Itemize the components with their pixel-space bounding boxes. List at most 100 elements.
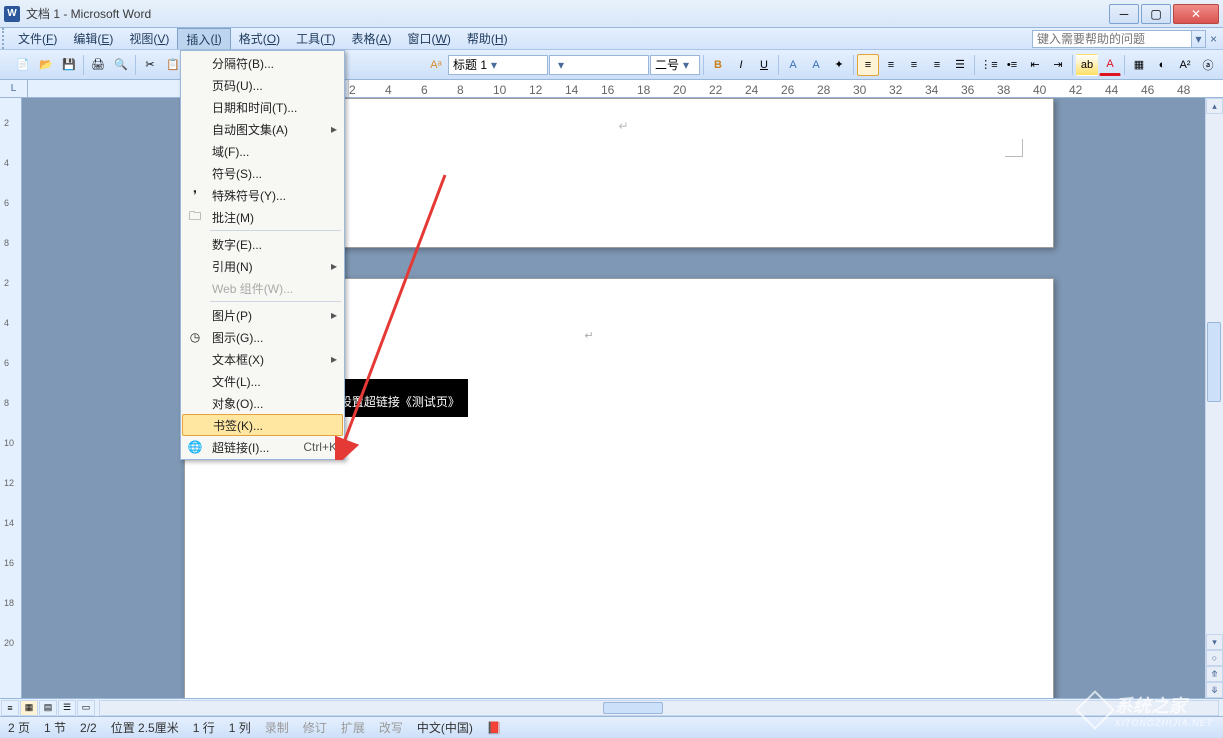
menu-item[interactable]: Web 组件(W)... xyxy=(182,277,343,299)
menu-table[interactable]: 表格(A) xyxy=(344,28,400,49)
horizontal-scrollbar[interactable] xyxy=(99,700,1219,716)
font-color-button[interactable]: A xyxy=(1099,54,1121,76)
menu-edit[interactable]: 编辑(E) xyxy=(65,28,121,49)
menu-item[interactable]: 图片(P)▸ xyxy=(182,304,343,326)
browse-object-button[interactable]: ○ xyxy=(1206,650,1223,666)
style-selector[interactable]: 标题 1▾ xyxy=(448,55,548,75)
menu-item[interactable]: ❜特殊符号(Y)... xyxy=(182,184,343,206)
superscript-button[interactable]: A² xyxy=(1174,54,1196,76)
bullets-button[interactable]: •≡ xyxy=(1001,54,1023,76)
numbering-button[interactable]: ⋮≡ xyxy=(978,54,1000,76)
status-column[interactable]: 1 列 xyxy=(229,719,251,736)
scroll-down-button[interactable]: ▾ xyxy=(1206,634,1223,650)
char-shading-button[interactable]: ◐ xyxy=(1151,54,1173,76)
phonetic-button[interactable]: ⓐ xyxy=(1197,54,1219,76)
vertical-ruler[interactable]: 24682468101214161820 xyxy=(0,98,22,698)
menu-item[interactable]: 页码(U)... xyxy=(182,74,343,96)
char-border-button[interactable]: ▦ xyxy=(1128,54,1150,76)
decrease-indent-button[interactable]: ⇤ xyxy=(1024,54,1046,76)
print-button[interactable]: 🖨 xyxy=(87,54,109,76)
minimize-button[interactable]: ─ xyxy=(1109,4,1139,24)
menu-item[interactable]: 引用(N)▸ xyxy=(182,255,343,277)
status-spellcheck-icon[interactable]: 📕 xyxy=(487,721,502,735)
status-pages[interactable]: 2/2 xyxy=(80,721,97,735)
font-color-grow[interactable]: A xyxy=(782,54,804,76)
distribute-button[interactable]: ☰ xyxy=(949,54,971,76)
menu-item[interactable]: 域(F)... xyxy=(182,140,343,162)
menu-item[interactable]: 自动图文集(A)▸ xyxy=(182,118,343,140)
menu-item[interactable]: 符号(S)... xyxy=(182,162,343,184)
size-selector[interactable]: 二号▾ xyxy=(650,55,700,75)
scroll-thumb[interactable] xyxy=(1207,322,1221,402)
menu-item[interactable]: 数字(E)... xyxy=(182,233,343,255)
print-view-button[interactable]: ▤ xyxy=(39,700,57,716)
status-section[interactable]: 1 节 xyxy=(44,719,66,736)
maximize-button[interactable]: ▢ xyxy=(1141,4,1171,24)
status-revision[interactable]: 修订 xyxy=(303,719,327,736)
status-position[interactable]: 位置 2.5厘米 xyxy=(111,719,179,736)
menu-help[interactable]: 帮助(H) xyxy=(459,28,516,49)
align-justify-button[interactable]: ≡ xyxy=(926,54,948,76)
status-page[interactable]: 2 页 xyxy=(8,719,30,736)
menubar-close[interactable]: × xyxy=(1206,28,1221,49)
underline-button[interactable]: U xyxy=(753,54,775,76)
save-button[interactable]: 💾 xyxy=(58,54,80,76)
web-view-button[interactable]: ▦ xyxy=(20,700,38,716)
font-selector[interactable]: ▾ xyxy=(549,55,649,75)
menu-file[interactable]: 文件(F) xyxy=(10,28,65,49)
menu-item-label: 特殊符号(Y)... xyxy=(212,187,337,204)
menu-item[interactable]: 🌐超链接(I)...Ctrl+K xyxy=(182,436,343,458)
toolbar-grip[interactable] xyxy=(2,28,8,49)
outline-view-button[interactable]: ☰ xyxy=(58,700,76,716)
align-left-button[interactable]: ≡ xyxy=(857,54,879,76)
close-button[interactable]: ✕ xyxy=(1173,4,1219,24)
highlight-button[interactable]: ab xyxy=(1076,54,1098,76)
print-preview-button[interactable]: 🔍 xyxy=(110,54,132,76)
status-language[interactable]: 中文(中国) xyxy=(417,719,473,736)
open-button[interactable]: 📂 xyxy=(35,54,57,76)
reading-view-button[interactable]: ▭ xyxy=(77,700,95,716)
menu-item[interactable]: 🗀批注(M) xyxy=(182,206,343,228)
align-center-button[interactable]: ≡ xyxy=(880,54,902,76)
prev-page-button[interactable]: ⤊ xyxy=(1206,666,1223,682)
menu-item[interactable]: 文件(L)... xyxy=(182,370,343,392)
font-color-shrink[interactable]: A xyxy=(805,54,827,76)
menu-item[interactable]: 对象(O)... xyxy=(182,392,343,414)
scroll-up-button[interactable]: ▴ xyxy=(1206,98,1223,114)
menu-insert[interactable]: 插入(I) xyxy=(177,28,230,49)
menu-item-label: 图示(G)... xyxy=(212,329,337,346)
ruler-corner[interactable]: L xyxy=(0,80,28,97)
menu-item[interactable]: 日期和时间(T)... xyxy=(182,96,343,118)
cut-button[interactable]: ✂ xyxy=(139,54,161,76)
menu-item[interactable]: 文本框(X)▸ xyxy=(182,348,343,370)
menu-view[interactable]: 视图(V) xyxy=(121,28,177,49)
menu-item[interactable]: 书签(K)... xyxy=(182,414,343,436)
normal-view-button[interactable]: ≡ xyxy=(1,700,19,716)
increase-indent-button[interactable]: ⇥ xyxy=(1047,54,1069,76)
vertical-scrollbar[interactable]: ▴ ▾ ○ ⤊ ⤋ xyxy=(1205,98,1223,698)
new-doc-button[interactable]: 📄 xyxy=(12,54,34,76)
status-line[interactable]: 1 行 xyxy=(193,719,215,736)
align-right-button[interactable]: ≡ xyxy=(903,54,925,76)
bold-button[interactable]: B xyxy=(707,54,729,76)
menu-window[interactable]: 窗口(W) xyxy=(400,28,459,49)
help-search-dropdown[interactable]: ▾ xyxy=(1192,30,1206,48)
menu-item[interactable]: ◷图示(G)... xyxy=(182,326,343,348)
insert-menu-dropdown: 分隔符(B)... 页码(U)... 日期和时间(T)...自动图文集(A)▸域(F… xyxy=(180,50,345,460)
blank-icon xyxy=(184,163,206,183)
blank-icon xyxy=(184,141,206,161)
menu-tools[interactable]: 工具(T) xyxy=(288,28,343,49)
menu-format[interactable]: 格式(O) xyxy=(231,28,288,49)
text-effects[interactable]: ✦ xyxy=(828,54,850,76)
horizontal-ruler[interactable]: 2468101214161820222426283032343638404244… xyxy=(348,80,1223,97)
help-search-input[interactable] xyxy=(1032,30,1192,48)
format-painter-button[interactable]: Aᵃ xyxy=(425,54,447,76)
menu-item-label: 页码(U)... xyxy=(212,77,337,94)
hscroll-thumb[interactable] xyxy=(603,702,663,714)
status-record[interactable]: 录制 xyxy=(265,719,289,736)
italic-button[interactable]: I xyxy=(730,54,752,76)
status-extend[interactable]: 扩展 xyxy=(341,719,365,736)
status-overwrite[interactable]: 改写 xyxy=(379,719,403,736)
blank-icon xyxy=(184,53,206,73)
menu-item[interactable]: 分隔符(B)... xyxy=(182,52,343,74)
